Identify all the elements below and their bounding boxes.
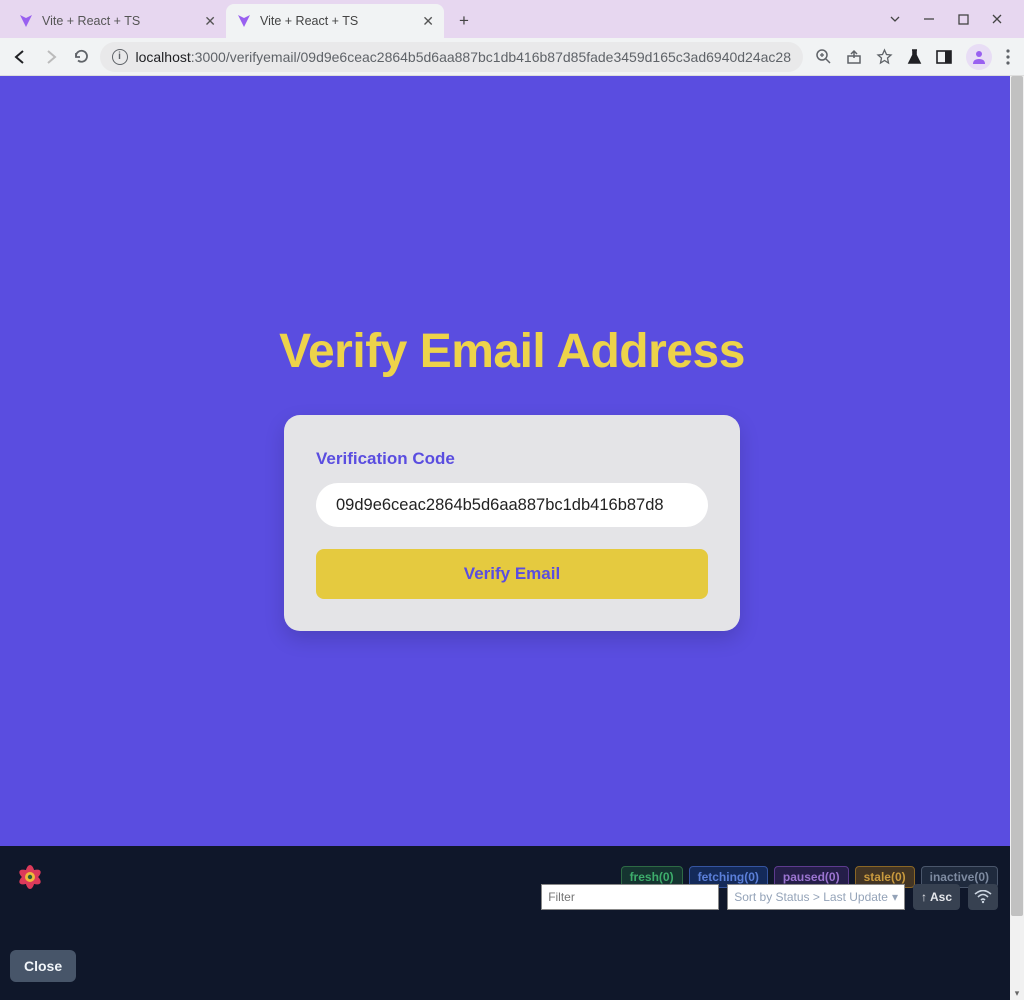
url-path: /verifyemail/09d9e6ceac2864b5d6aa887bc1d… xyxy=(226,49,791,65)
arrow-up-icon: ↑ xyxy=(921,890,927,904)
new-tab-button[interactable]: + xyxy=(450,7,478,35)
vite-favicon-icon xyxy=(18,13,34,29)
network-toggle-button[interactable] xyxy=(968,884,998,910)
vite-favicon-icon xyxy=(236,13,252,29)
tab-title: Vite + React + TS xyxy=(42,14,196,28)
flask-icon[interactable] xyxy=(907,49,922,65)
url-port: :3000 xyxy=(191,49,226,65)
caret-down-icon: ▾ xyxy=(892,890,898,904)
forward-button[interactable] xyxy=(39,43,64,71)
profile-avatar[interactable] xyxy=(966,44,992,70)
page-title: Verify Email Address xyxy=(279,324,745,379)
address-bar[interactable]: i localhost:3000/verifyemail/09d9e6ceac2… xyxy=(100,42,803,72)
panel-icon[interactable] xyxy=(936,50,952,64)
tab-strip: Vite + React + TS ✕ Vite + React + TS ✕ … xyxy=(0,0,854,38)
scrollbar-thumb[interactable] xyxy=(1011,76,1023,916)
react-query-logo-icon xyxy=(12,859,48,895)
maximize-icon[interactable] xyxy=(956,12,970,26)
back-button[interactable] xyxy=(8,43,33,71)
kebab-menu-icon[interactable] xyxy=(1006,49,1010,65)
site-info-icon[interactable]: i xyxy=(112,49,128,65)
zoom-icon[interactable] xyxy=(815,48,832,65)
sort-order-button[interactable]: ↑ Asc xyxy=(913,884,960,910)
filter-input[interactable] xyxy=(541,884,719,910)
toolbar-right-icons xyxy=(809,44,1016,70)
vertical-scrollbar[interactable]: ▾ xyxy=(1010,76,1024,1000)
browser-tab-inactive[interactable]: Vite + React + TS ✕ xyxy=(8,4,226,38)
window-controls xyxy=(888,12,1016,26)
browser-toolbar: i localhost:3000/verifyemail/09d9e6ceac2… xyxy=(0,38,1024,76)
scroll-down-arrow-icon[interactable]: ▾ xyxy=(1011,986,1023,1000)
close-window-icon[interactable] xyxy=(990,12,1004,26)
verify-card: Verification Code Verify Email xyxy=(284,415,740,631)
close-tab-icon[interactable]: ✕ xyxy=(422,13,434,30)
reload-button[interactable] xyxy=(69,43,94,71)
browser-tab-active[interactable]: Vite + React + TS ✕ xyxy=(226,4,444,38)
field-label: Verification Code xyxy=(316,449,708,469)
url-text: localhost:3000/verifyemail/09d9e6ceac286… xyxy=(136,49,791,65)
bookmark-star-icon[interactable] xyxy=(876,48,893,65)
close-tab-icon[interactable]: ✕ xyxy=(204,13,216,30)
devtools-controls: Sort by Status > Last Update ▾ ↑ Asc xyxy=(529,884,1010,918)
chevron-down-icon[interactable] xyxy=(888,12,902,26)
share-icon[interactable] xyxy=(846,49,862,65)
close-devtools-button[interactable]: Close xyxy=(10,950,76,982)
page-viewport: Verify Email Address Verification Code V… xyxy=(0,76,1024,1000)
page-content: Verify Email Address Verification Code V… xyxy=(0,76,1024,846)
minimize-icon[interactable] xyxy=(922,12,936,26)
sort-label: Sort by Status > Last Update xyxy=(734,890,888,904)
react-query-devtools: fresh(0) fetching(0) paused(0) stale(0) … xyxy=(0,846,1010,1000)
tab-title: Vite + React + TS xyxy=(260,14,414,28)
order-label: Asc xyxy=(930,890,952,904)
sort-dropdown[interactable]: Sort by Status > Last Update ▾ xyxy=(727,884,905,910)
verification-code-input[interactable] xyxy=(316,483,708,527)
url-host: localhost xyxy=(136,49,191,65)
verify-email-button[interactable]: Verify Email xyxy=(316,549,708,599)
